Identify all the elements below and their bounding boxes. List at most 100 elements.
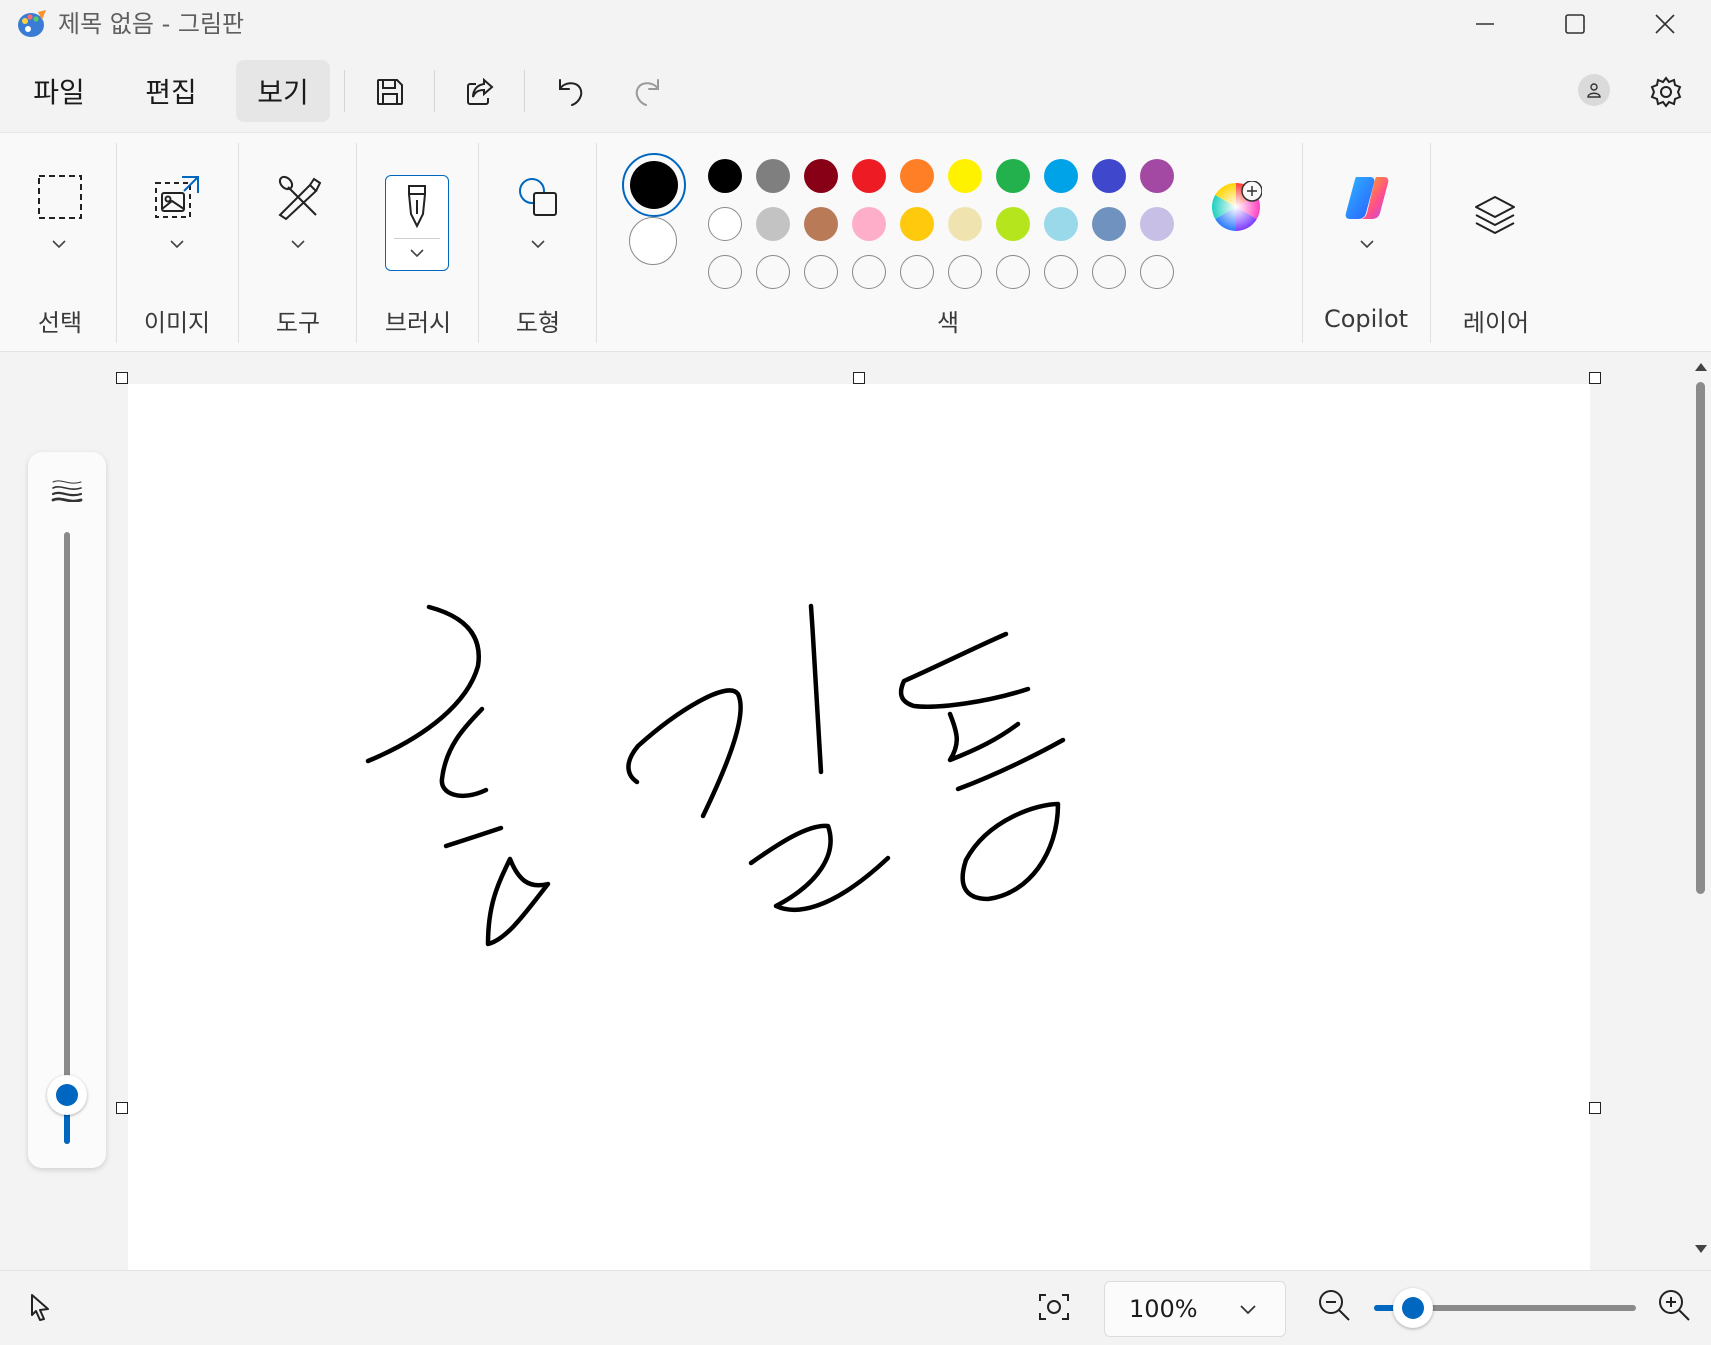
account-button[interactable] bbox=[1578, 74, 1610, 106]
custom-color-slot[interactable] bbox=[708, 255, 742, 289]
zoom-slider-thumb[interactable] bbox=[1393, 1288, 1433, 1328]
zoom-in-button[interactable] bbox=[1656, 1287, 1696, 1327]
color-swatch[interactable] bbox=[756, 159, 790, 193]
brush-icon bbox=[408, 185, 426, 229]
color-palette bbox=[708, 159, 1178, 295]
chevron-down-icon bbox=[291, 240, 305, 249]
vertical-scrollbar[interactable] bbox=[1690, 352, 1711, 1270]
group-label-colors: 색 bbox=[936, 309, 960, 337]
color-swatch[interactable] bbox=[1044, 159, 1078, 193]
zoom-out-icon bbox=[1319, 1290, 1350, 1321]
group-label-shapes: 도형 bbox=[515, 309, 561, 337]
custom-color-slot[interactable] bbox=[948, 255, 982, 289]
custom-color-slot[interactable] bbox=[852, 255, 886, 289]
minimize-button[interactable] bbox=[1439, 0, 1531, 48]
stroke-size-icon bbox=[51, 480, 83, 502]
color-swatch[interactable] bbox=[948, 159, 982, 193]
redo-button[interactable] bbox=[620, 66, 676, 118]
brush-size-thumb[interactable] bbox=[47, 1075, 87, 1115]
color-swatch[interactable] bbox=[852, 159, 886, 193]
tools-icon bbox=[278, 175, 322, 221]
group-label-copilot: Copilot bbox=[1323, 305, 1409, 333]
share-button[interactable] bbox=[452, 66, 508, 118]
color-swatch[interactable] bbox=[756, 207, 790, 241]
color-swatch[interactable] bbox=[996, 159, 1030, 193]
ribbon-separator bbox=[238, 143, 239, 343]
color-swatch[interactable] bbox=[948, 207, 982, 241]
color-swatch[interactable] bbox=[996, 207, 1030, 241]
menu-separator bbox=[434, 70, 435, 112]
account-icon bbox=[1587, 83, 1601, 98]
zoom-slider-track[interactable] bbox=[1374, 1288, 1636, 1328]
layers-icon bbox=[1475, 196, 1515, 234]
resize-handle-top-right[interactable] bbox=[1589, 372, 1601, 384]
settings-icon bbox=[1650, 76, 1682, 108]
image-button[interactable] bbox=[130, 173, 224, 293]
resize-handle-left[interactable] bbox=[116, 1102, 128, 1114]
menu-view[interactable]: 보기 bbox=[236, 60, 330, 122]
save-icon bbox=[377, 79, 403, 105]
scroll-thumb[interactable] bbox=[1696, 382, 1705, 894]
fit-to-window-button[interactable] bbox=[1036, 1291, 1076, 1327]
secondary-color-button[interactable] bbox=[629, 217, 677, 265]
color-swatch[interactable] bbox=[804, 207, 838, 241]
undo-button[interactable] bbox=[542, 66, 598, 118]
custom-color-slot[interactable] bbox=[1140, 255, 1174, 289]
selection-button[interactable] bbox=[18, 173, 102, 293]
edit-colors-button[interactable] bbox=[1210, 180, 1263, 233]
close-icon bbox=[1655, 14, 1675, 34]
color-swatch[interactable] bbox=[804, 159, 838, 193]
chevron-down-icon bbox=[1240, 1305, 1256, 1315]
custom-color-slot[interactable] bbox=[996, 255, 1030, 289]
custom-color-slot[interactable] bbox=[756, 255, 790, 289]
color-swatch[interactable] bbox=[1044, 207, 1078, 241]
color-swatch[interactable] bbox=[852, 207, 886, 241]
copilot-button[interactable] bbox=[1316, 173, 1416, 293]
brush-size-panel bbox=[28, 452, 106, 1168]
resize-handle-top[interactable] bbox=[853, 372, 865, 384]
ribbon-separator bbox=[116, 143, 117, 343]
menu-edit[interactable]: 편집 bbox=[126, 60, 216, 122]
color-swatch[interactable] bbox=[900, 207, 934, 241]
primary-color-button[interactable] bbox=[622, 153, 686, 217]
color-swatch[interactable] bbox=[900, 159, 934, 193]
brush-size-track[interactable] bbox=[47, 532, 87, 1144]
color-swatch[interactable] bbox=[708, 159, 742, 193]
window-title: 제목 없음 - 그림판 bbox=[58, 10, 245, 38]
brush-button[interactable] bbox=[385, 175, 449, 271]
resize-handle-right[interactable] bbox=[1589, 1102, 1601, 1114]
menu-file[interactable]: 파일 bbox=[14, 60, 104, 122]
settings-button[interactable] bbox=[1638, 66, 1694, 118]
tools-button[interactable] bbox=[252, 173, 344, 293]
shapes-button[interactable] bbox=[492, 173, 584, 293]
layers-button[interactable] bbox=[1444, 193, 1548, 263]
primary-color-swatch bbox=[630, 161, 678, 209]
custom-color-slot[interactable] bbox=[804, 255, 838, 289]
title-bar: 제목 없음 - 그림판 bbox=[0, 0, 1711, 48]
paint-app-icon bbox=[16, 8, 48, 40]
custom-color-slot[interactable] bbox=[1092, 255, 1126, 289]
color-swatch[interactable] bbox=[1092, 207, 1126, 241]
color-swatch[interactable] bbox=[1140, 207, 1174, 241]
save-button[interactable] bbox=[362, 66, 418, 118]
chevron-down-icon bbox=[410, 249, 424, 258]
drawing-canvas[interactable] bbox=[128, 384, 1590, 1270]
menu-separator bbox=[344, 70, 345, 112]
color-swatch[interactable] bbox=[1092, 159, 1126, 193]
group-label-tools: 도구 bbox=[275, 309, 321, 337]
zoom-dropdown[interactable]: 100% bbox=[1104, 1281, 1286, 1337]
color-swatch[interactable] bbox=[1140, 159, 1174, 193]
color-swatch[interactable] bbox=[708, 207, 742, 241]
group-label-layers: 레이어 bbox=[1462, 309, 1530, 337]
share-icon bbox=[467, 77, 494, 105]
custom-color-slot[interactable] bbox=[1044, 255, 1078, 289]
maximize-button[interactable] bbox=[1529, 0, 1621, 48]
resize-handle-top-left[interactable] bbox=[116, 372, 128, 384]
zoom-out-button[interactable] bbox=[1316, 1287, 1356, 1327]
color-wheel-icon bbox=[1211, 180, 1263, 231]
custom-color-slot[interactable] bbox=[900, 255, 934, 289]
copilot-icon bbox=[1345, 177, 1389, 219]
close-button[interactable] bbox=[1619, 0, 1711, 48]
chevron-down-icon bbox=[1360, 240, 1374, 249]
ribbon-separator bbox=[478, 143, 479, 343]
